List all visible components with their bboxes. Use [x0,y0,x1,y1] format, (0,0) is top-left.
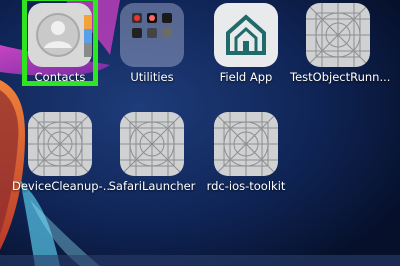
app-field-app[interactable]: Field App [198,3,294,84]
app-label: Utilities [130,70,174,84]
placeholder-icon [120,112,184,176]
house-icon [214,3,278,67]
app-label: rdc-ios-toolkit [206,179,286,193]
app-label: Field App [219,70,273,84]
app-utilities[interactable]: Utilities [104,3,200,84]
placeholder-icon [214,112,278,176]
placeholder-icon [306,3,370,67]
contacts-highlight-box [22,0,98,86]
app-device-cleanup[interactable]: DeviceCleanup-... [12,112,114,193]
app-label: TestObjectRunn... [290,70,391,84]
app-rdc-ios-toolkit[interactable]: rdc-ios-toolkit [198,112,294,193]
folder-icon [120,3,184,67]
app-label: SafariLauncher [108,179,196,193]
app-label: DeviceCleanup-... [12,179,114,193]
placeholder-icon [28,112,92,176]
app-test-object-runner[interactable]: TestObjectRunn... [290,3,391,84]
app-safari-launcher[interactable]: SafariLauncher [104,112,200,193]
